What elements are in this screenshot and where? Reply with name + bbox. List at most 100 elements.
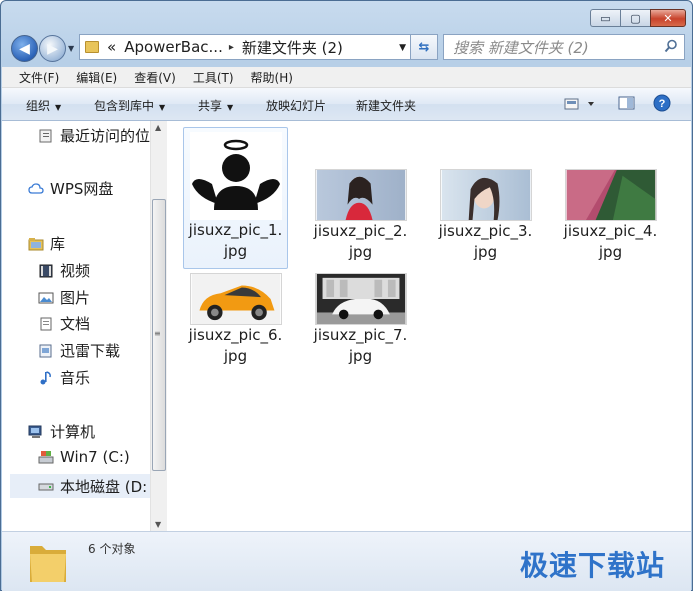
minimize-icon: ▭ xyxy=(600,11,611,25)
explorer-window: ▭ ▢ ✕ ◀ ▶ ▼ « ApowerBac... ▸ 新建文件夹 (2) ▼… xyxy=(0,0,693,591)
photo-thumbnail xyxy=(189,273,282,325)
nav-music[interactable]: 音乐 xyxy=(38,367,90,388)
scroll-up-icon[interactable]: ▲ xyxy=(155,123,161,132)
file-item[interactable]: jisuxz_pic_6. jpg xyxy=(183,273,288,367)
drive-c-icon xyxy=(38,451,54,464)
nav-wps-cloud[interactable]: WPS网盘 xyxy=(28,178,113,199)
include-in-library-label: 包含到库中 xyxy=(94,99,155,113)
file-item[interactable]: jisuxz_pic_3. jpg xyxy=(433,169,538,263)
nav-library[interactable]: 库 xyxy=(28,233,65,254)
navigation-pane: 最近访问的位 WPS网盘 库 视频 图片 文档 迅雷下载 音乐 计算机 Win7… xyxy=(2,121,167,531)
refresh-button[interactable]: ⇆ xyxy=(411,34,438,60)
search-icon xyxy=(664,39,677,53)
computer-icon xyxy=(28,425,42,438)
help-icon: ? xyxy=(653,94,671,112)
music-icon xyxy=(40,370,51,384)
menu-view[interactable]: 查看(V) xyxy=(134,69,176,86)
minimize-button[interactable]: ▭ xyxy=(590,9,620,27)
arrow-left-icon: ◀ xyxy=(19,40,30,57)
cloud-icon xyxy=(28,182,44,194)
back-button[interactable]: ◀ xyxy=(11,35,38,62)
library-icon xyxy=(28,237,44,250)
file-extension: jpg xyxy=(598,243,623,261)
nav-recent-places[interactable]: 最近访问的位 xyxy=(38,125,150,146)
menu-help[interactable]: 帮助(H) xyxy=(251,69,293,86)
navigation-row: ◀ ▶ ▼ « ApowerBac... ▸ 新建文件夹 (2) ▼ ⇆ 搜索 … xyxy=(9,33,685,63)
scroll-down-icon[interactable]: ▼ xyxy=(155,520,161,529)
watermark-logo-text: 极速下载站 xyxy=(520,549,666,582)
nav-label: 迅雷下载 xyxy=(60,342,121,360)
photo-thumbnail xyxy=(564,169,657,221)
preview-pane-button[interactable] xyxy=(618,95,636,114)
search-input[interactable]: 搜索 新建文件夹 (2) xyxy=(443,34,685,60)
address-bar[interactable]: « ApowerBac... ▸ 新建文件夹 (2) ▼ xyxy=(79,34,411,60)
recent-pages-dropdown[interactable]: ▼ xyxy=(68,44,74,53)
nav-label: 本地磁盘 (D: xyxy=(60,477,148,496)
documents-icon xyxy=(40,317,52,330)
file-item[interactable]: jisuxz_pic_1. jpg xyxy=(183,127,288,269)
angel-avatar-thumbnail xyxy=(189,132,282,220)
nav-label: 图片 xyxy=(60,289,91,307)
share-button[interactable]: 共享 ▼ xyxy=(198,97,233,114)
address-dropdown-icon[interactable]: ▼ xyxy=(399,43,406,53)
chevron-down-icon: ▼ xyxy=(159,103,166,112)
item-count: 6 个对象 xyxy=(88,542,136,556)
file-extension: jpg xyxy=(473,243,498,261)
svg-text:?: ? xyxy=(659,98,666,110)
address-overflow-chevron[interactable]: « xyxy=(107,38,116,56)
file-extension: jpg xyxy=(223,347,248,365)
help-button[interactable]: ? xyxy=(653,94,671,115)
menu-file[interactable]: 文件(F) xyxy=(19,69,59,86)
organize-button[interactable]: 组织 ▼ xyxy=(26,97,61,114)
close-icon: ✕ xyxy=(663,11,673,25)
menu-edit[interactable]: 编辑(E) xyxy=(76,69,117,86)
grip-icon: ≡ xyxy=(154,329,161,338)
photo-thumbnail xyxy=(314,273,407,325)
file-list: jisuxz_pic_1. jpg jisuxz_pic_2. jpg jisu… xyxy=(167,121,691,531)
chevron-down-icon: ▼ xyxy=(55,103,62,112)
breadcrumb-separator-icon[interactable]: ▸ xyxy=(229,42,234,53)
change-view-button[interactable] xyxy=(564,96,598,115)
navpane-scrollbar[interactable]: ▲ ≡ ▼ xyxy=(150,121,167,531)
maximize-button[interactable]: ▢ xyxy=(620,9,650,27)
forward-button[interactable]: ▶ xyxy=(39,35,66,62)
close-button[interactable]: ✕ xyxy=(650,9,686,27)
breadcrumb-apowerbac[interactable]: ApowerBac... xyxy=(124,38,223,56)
include-in-library-button[interactable]: 包含到库中 ▼ xyxy=(94,97,165,114)
file-item[interactable]: jisuxz_pic_7. jpg xyxy=(308,273,413,367)
file-name: jisuxz_pic_2. xyxy=(313,222,408,240)
preview-pane-icon xyxy=(618,96,635,110)
nav-label: Win7 (C:) xyxy=(60,448,130,466)
photo-thumbnail xyxy=(314,169,407,221)
nav-documents[interactable]: 文档 xyxy=(38,313,90,334)
nav-pictures[interactable]: 图片 xyxy=(38,287,90,308)
menu-bar: 文件(F) 编辑(E) 查看(V) 工具(T) 帮助(H) xyxy=(2,67,691,88)
nav-label: WPS网盘 xyxy=(50,180,114,198)
nav-drive-d[interactable]: 本地磁盘 (D: xyxy=(10,474,150,498)
recent-places-icon xyxy=(39,129,52,142)
command-bar: 组织 ▼ 包含到库中 ▼ 共享 ▼ 放映幻灯片 新建文件夹 ? xyxy=(2,88,691,121)
drive-d-icon xyxy=(38,483,54,491)
view-icon xyxy=(564,98,594,110)
file-name: jisuxz_pic_7. xyxy=(313,326,408,344)
folder-icon xyxy=(85,41,99,53)
slideshow-label: 放映幻灯片 xyxy=(266,99,327,113)
pictures-icon xyxy=(38,292,54,303)
new-folder-button[interactable]: 新建文件夹 xyxy=(356,97,416,114)
breadcrumb-current-folder[interactable]: 新建文件夹 (2) xyxy=(242,37,343,58)
nav-xunlei-downloads[interactable]: 迅雷下载 xyxy=(38,340,120,361)
menu-tools[interactable]: 工具(T) xyxy=(193,69,234,86)
nav-drive-c[interactable]: Win7 (C:) xyxy=(38,448,130,466)
video-icon xyxy=(39,264,53,277)
file-item[interactable]: jisuxz_pic_4. jpg xyxy=(558,169,663,263)
nav-label: 视频 xyxy=(60,262,91,280)
nav-label: 库 xyxy=(50,235,66,253)
file-name: jisuxz_pic_3. xyxy=(438,222,533,240)
file-item[interactable]: jisuxz_pic_2. jpg xyxy=(308,169,413,263)
nav-videos[interactable]: 视频 xyxy=(38,260,90,281)
nav-computer[interactable]: 计算机 xyxy=(28,421,95,442)
slideshow-button[interactable]: 放映幻灯片 xyxy=(266,97,326,114)
search-placeholder: 搜索 新建文件夹 (2) xyxy=(453,38,589,57)
folder-large-icon xyxy=(30,546,66,582)
arrow-right-icon: ▶ xyxy=(47,40,58,57)
